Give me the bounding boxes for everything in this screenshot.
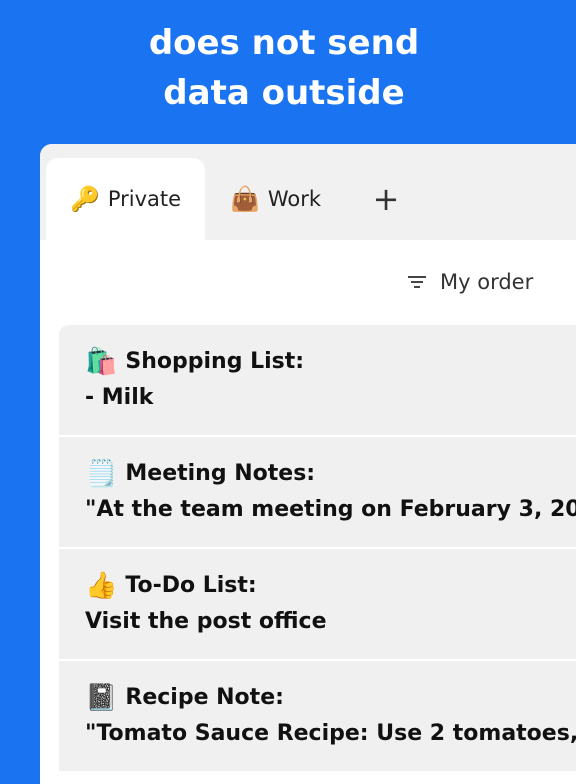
- tab-private[interactable]: 🔑 Private: [46, 158, 205, 240]
- promo-headline-line-2: data outside: [163, 73, 405, 113]
- filter-icon: [408, 276, 426, 288]
- key-icon: 🔑: [69, 185, 100, 213]
- list-item[interactable]: 🛍️ Shopping List: - Milk: [59, 325, 576, 437]
- app-window: 🔑 Private 👜 Work + My order 🛍️ Shopping …: [40, 144, 576, 784]
- tab-private-label: Private: [107, 187, 182, 211]
- note-title: 👍 To-Do List:: [85, 571, 576, 601]
- handbag-icon: 👜: [230, 185, 260, 213]
- list-item[interactable]: 👍 To-Do List: Visit the post office: [59, 549, 576, 661]
- notes-list: 🛍️ Shopping List: - Milk 🗒️ Meeting Note…: [59, 325, 576, 773]
- note-title: 📓 Recipe Note:: [85, 683, 576, 713]
- shopping-bags-icon: 🛍️: [85, 347, 118, 377]
- note-preview: "At the team meeting on February 3, 202: [85, 497, 576, 522]
- note-title: 🗒️ Meeting Notes:: [85, 459, 576, 489]
- tab-bar: 🔑 Private 👜 Work +: [40, 144, 576, 240]
- tab-work-label: Work: [267, 187, 322, 211]
- notebook-icon: 📓: [85, 683, 118, 713]
- add-tab-button[interactable]: +: [370, 158, 402, 240]
- note-title-text: To-Do List:: [125, 573, 257, 598]
- notepad-icon: 🗒️: [85, 459, 118, 489]
- note-title-text: Meeting Notes:: [125, 461, 316, 486]
- note-preview: Visit the post office: [85, 609, 327, 634]
- note-title-text: Shopping List:: [125, 349, 305, 374]
- note-preview: - Milk: [85, 385, 154, 410]
- notes-content: My order 🛍️ Shopping List: - Milk 🗒️ Mee…: [40, 240, 576, 784]
- sort-label: My order: [440, 270, 534, 294]
- sort-button[interactable]: My order: [408, 270, 533, 294]
- tab-work[interactable]: 👜 Work: [230, 158, 321, 240]
- note-title-text: Recipe Note:: [125, 685, 284, 710]
- thumbs-up-icon: 👍: [85, 571, 118, 601]
- note-preview: "Tomato Sauce Recipe: Use 2 tomatoes, .: [85, 721, 576, 746]
- promo-headline: does not send data outside: [0, 18, 568, 118]
- promo-headline-line-1: does not send: [148, 23, 420, 63]
- list-item[interactable]: 📓 Recipe Note: "Tomato Sauce Recipe: Use…: [59, 661, 576, 773]
- list-item[interactable]: 🗒️ Meeting Notes: "At the team meeting o…: [59, 437, 576, 549]
- note-title: 🛍️ Shopping List:: [85, 347, 576, 377]
